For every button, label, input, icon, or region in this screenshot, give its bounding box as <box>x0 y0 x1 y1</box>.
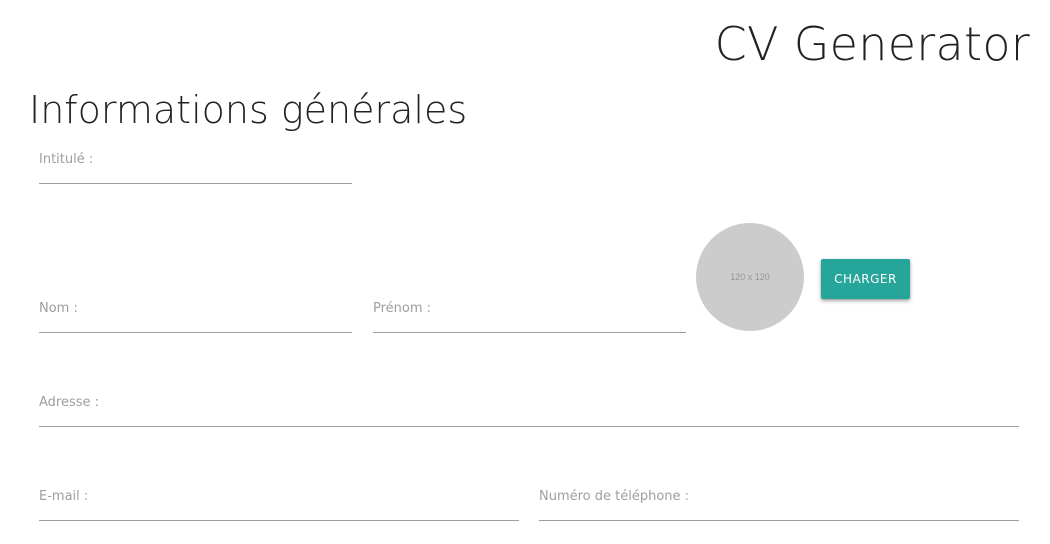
avatar-placeholder: 120 x 120 <box>696 223 804 331</box>
intitule-field: Intitulé : <box>39 148 352 184</box>
telephone-field: Numéro de téléphone : <box>539 485 1019 521</box>
adresse-field: Adresse : <box>39 391 1019 427</box>
app-title: CV Generator <box>714 17 1030 71</box>
prenom-input[interactable] <box>373 310 686 332</box>
nom-input[interactable] <box>39 310 352 332</box>
upload-photo-button[interactable]: CHARGER <box>821 259 910 299</box>
page: CV Generator Informations générales Inti… <box>0 0 1050 544</box>
nom-field: Nom : <box>39 297 352 333</box>
avatar-placeholder-text: 120 x 120 <box>730 272 770 282</box>
telephone-input[interactable] <box>539 498 1019 520</box>
prenom-field: Prénom : <box>373 297 686 333</box>
intitule-input[interactable] <box>39 161 352 183</box>
email-input[interactable] <box>39 498 519 520</box>
adresse-input[interactable] <box>39 404 1019 426</box>
email-field: E-mail : <box>39 485 519 521</box>
section-title: Informations générales <box>29 88 468 132</box>
